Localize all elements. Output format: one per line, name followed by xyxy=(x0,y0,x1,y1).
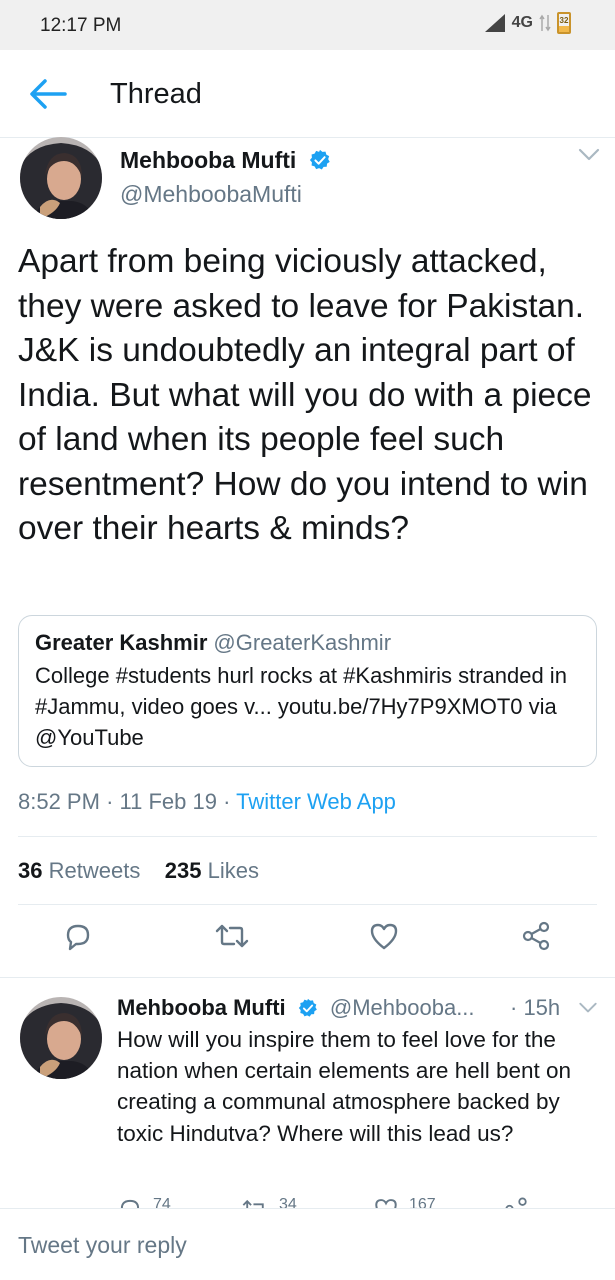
battery-level: 32 xyxy=(559,16,569,25)
retweets-label: Retweets xyxy=(48,858,141,883)
tweet-stats: 36 Retweets 235 Likes xyxy=(18,858,259,884)
reply-icon[interactable] xyxy=(62,920,94,952)
status-indicators: 4G 32 xyxy=(484,12,571,34)
likes-stat[interactable]: 235 Likes xyxy=(165,858,259,883)
chevron-down-icon[interactable] xyxy=(578,1002,598,1014)
divider xyxy=(18,836,597,837)
quoted-tweet-text: College #students hurl rocks at #Kashmir… xyxy=(35,663,567,750)
avatar-image xyxy=(20,137,102,219)
quoted-author-handle: @GreaterKashmir xyxy=(213,630,392,655)
top-app-bar: Thread xyxy=(0,50,615,138)
quoted-author: Greater Kashmir @GreaterKashmir xyxy=(35,630,391,656)
signal-icon xyxy=(484,14,505,32)
back-arrow-icon[interactable] xyxy=(28,76,68,112)
tweet-source-link[interactable]: Twitter Web App xyxy=(236,789,396,814)
retweet-icon[interactable] xyxy=(214,920,250,952)
status-time: 12:17 PM xyxy=(40,15,122,36)
tweet-time: 8:52 PM xyxy=(18,789,100,814)
quoted-tweet-card[interactable]: Greater Kashmir @GreaterKashmir College #… xyxy=(18,615,597,767)
reply-avatar[interactable] xyxy=(20,997,102,1079)
reply-author-handle[interactable]: @Mehbooba... xyxy=(330,995,475,1020)
likes-count: 235 xyxy=(164,858,202,883)
thread-separator xyxy=(0,977,615,978)
reply-header[interactable]: Mehbooba Mufti @Mehbooba... xyxy=(117,995,475,1021)
status-bar: 12:17 PM 4G 32 xyxy=(0,0,615,50)
tweet-date: 11 Feb 19 xyxy=(119,789,217,814)
divider xyxy=(18,904,597,905)
avatar[interactable] xyxy=(20,137,102,219)
reply-tweet-text: How will you inspire them to feel love f… xyxy=(117,1027,572,1146)
timestamp-separator-2: · xyxy=(223,789,231,814)
reply-input[interactable] xyxy=(0,1209,615,1280)
likes-label: Likes xyxy=(207,858,259,883)
page-title: Thread xyxy=(110,78,202,110)
battery-icon: 32 xyxy=(557,12,571,34)
author-handle[interactable]: @MehboobaMufti xyxy=(120,181,302,208)
tweet-text: Apart from being viciously attacked, the… xyxy=(18,243,592,547)
author-name-text[interactable]: Mehbooba Mufti xyxy=(120,147,296,173)
author-name[interactable]: Mehbooba Mufti xyxy=(120,147,331,174)
retweets-count: 36 xyxy=(18,858,43,883)
reply-timestamp: · 15h xyxy=(510,995,561,1020)
reply-composer xyxy=(0,1208,615,1280)
reply-avatar-image xyxy=(20,997,102,1079)
tweet-timestamp: 8:52 PM · 11 Feb 19 · Twitter Web App xyxy=(18,789,396,815)
quoted-author-name: Greater Kashmir xyxy=(35,630,208,655)
like-heart-icon[interactable] xyxy=(368,920,400,952)
retweets-stat[interactable]: 36 Retweets xyxy=(18,858,140,883)
verified-badge-icon xyxy=(309,149,330,170)
tweet-actions xyxy=(0,920,615,964)
chevron-down-icon[interactable] xyxy=(578,148,600,162)
share-icon[interactable] xyxy=(520,920,552,952)
reply-author-name[interactable]: Mehbooba Mufti xyxy=(117,995,286,1020)
data-transfer-icon xyxy=(539,14,551,32)
timestamp-separator: · xyxy=(106,789,114,814)
verified-badge-icon xyxy=(298,998,317,1017)
network-type: 4G xyxy=(511,14,533,31)
